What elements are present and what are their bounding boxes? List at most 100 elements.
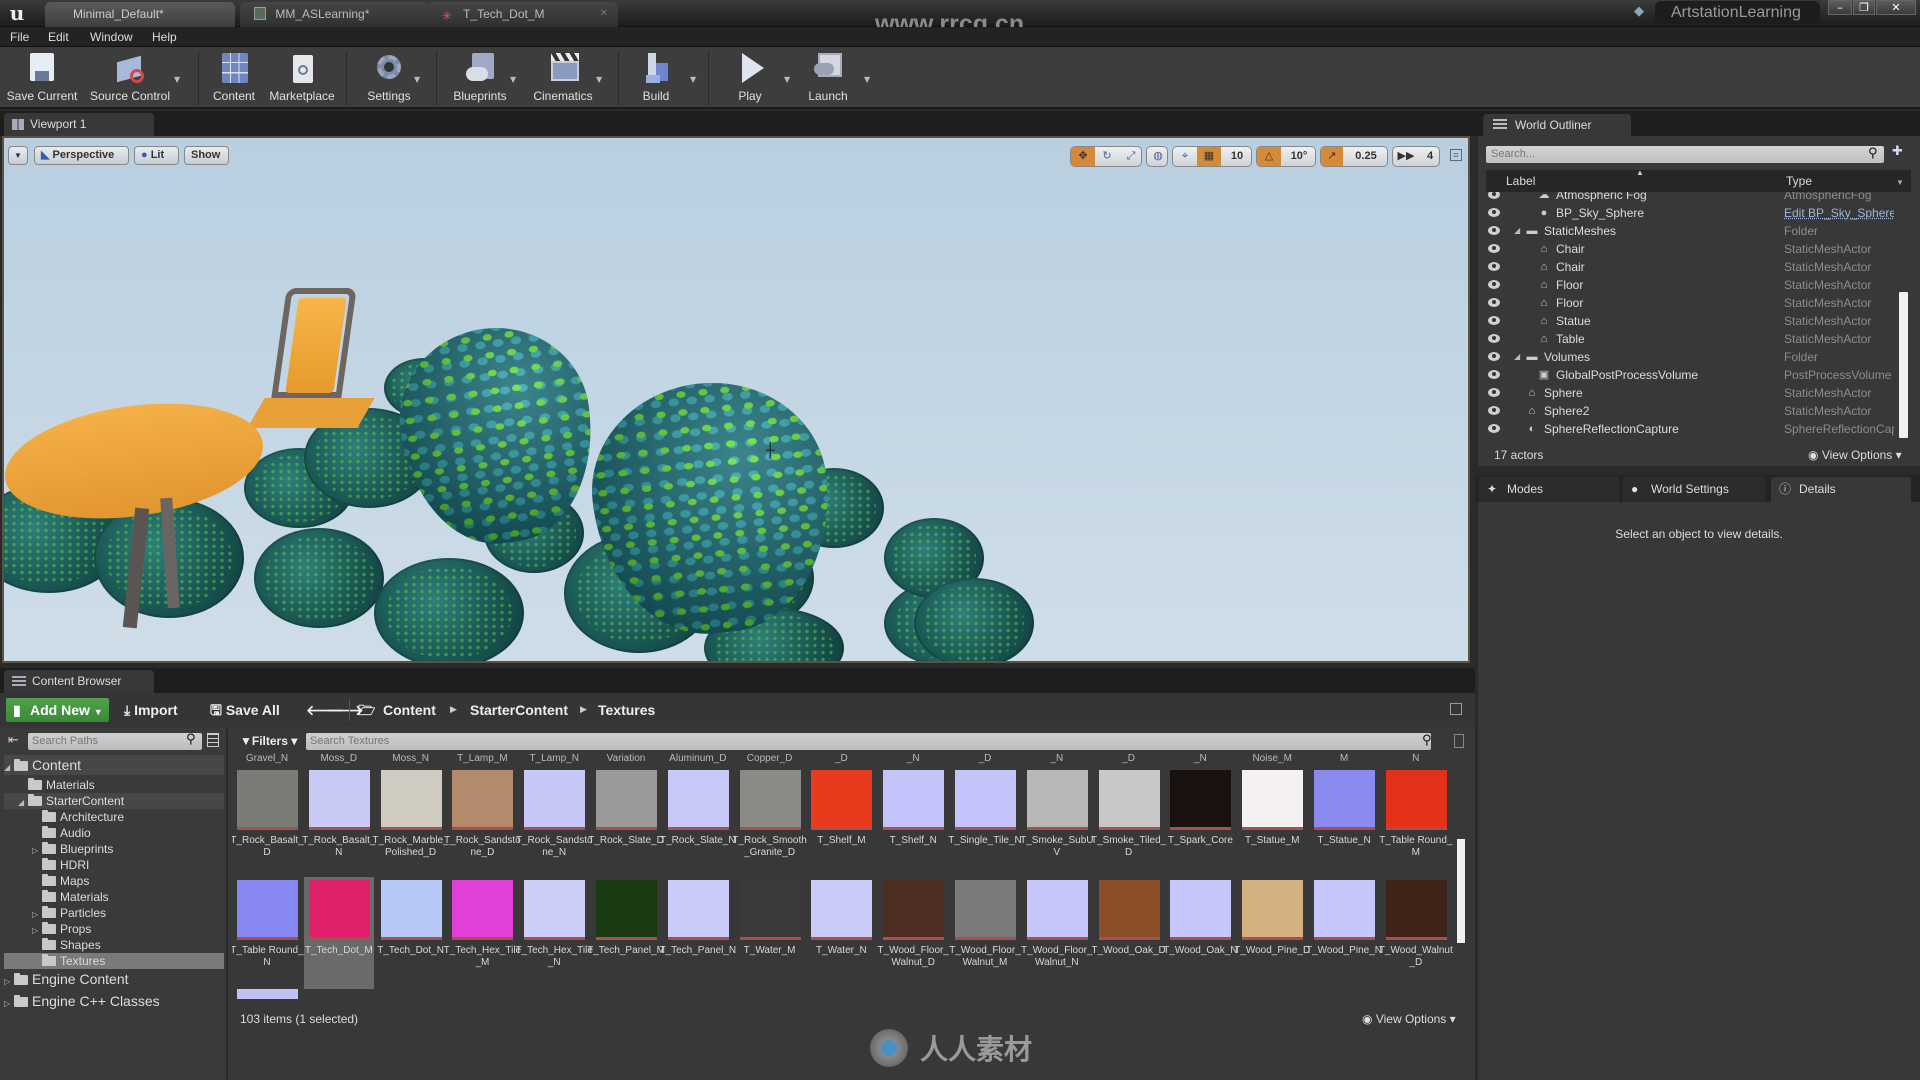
- source-control-button[interactable]: Source Control: [86, 49, 174, 107]
- asset-tile[interactable]: T_Smoke_SubUV: [1020, 767, 1093, 879]
- launch-dropdown-icon[interactable]: ▼: [864, 75, 870, 84]
- content-browser-tab[interactable]: Content Browser: [4, 670, 154, 693]
- globe-icon[interactable]: ◍: [1147, 147, 1167, 166]
- outliner-row[interactable]: ● BP_Sky_Sphere Edit BP_Sky_Sphere: [1478, 204, 1898, 222]
- asset-tile[interactable]: T_Water_M: [735, 877, 805, 989]
- visibility-eye-icon[interactable]: [1488, 370, 1500, 379]
- visibility-eye-icon[interactable]: [1488, 352, 1500, 361]
- menu-window[interactable]: Window: [90, 28, 133, 46]
- grid-snap-value[interactable]: 10: [1221, 147, 1251, 166]
- play-button[interactable]: Play: [722, 49, 778, 107]
- settings-dropdown-icon[interactable]: ▼: [414, 75, 420, 84]
- minimize-button[interactable]: –: [1828, 0, 1852, 15]
- save-all-button[interactable]: 🖫 Save All: [210, 698, 280, 722]
- visibility-eye-icon[interactable]: [1488, 280, 1500, 289]
- expand-arrow-icon[interactable]: ◢: [4, 758, 14, 778]
- folder-tree-item[interactable]: ▷ Props: [4, 921, 224, 937]
- outliner-row[interactable]: ⌂ Floor StaticMeshActor: [1478, 276, 1898, 294]
- outliner-row[interactable]: ⌂ Table StaticMeshActor: [1478, 330, 1898, 348]
- asset-tile[interactable]: T_Spark_Core: [1165, 767, 1235, 879]
- asset-tile[interactable]: T_Smoke_Tiled_D: [1091, 767, 1166, 879]
- lit-button[interactable]: ● Lit: [134, 146, 179, 165]
- outliner-row[interactable]: ☁ Atmospheric Fog AtmosphericFog: [1478, 192, 1898, 204]
- search-paths-input[interactable]: [28, 733, 202, 750]
- marketplace-button[interactable]: Marketplace: [266, 49, 338, 107]
- asset-tile[interactable]: T_Wood_Oak_N: [1163, 877, 1238, 989]
- asset-tile[interactable]: T_Wood_Oak_D: [1091, 877, 1166, 989]
- breadcrumb-arrow-icon[interactable]: ▶: [450, 698, 457, 722]
- cb-view-options-button[interactable]: ◉ View Options ▾: [1362, 1012, 1456, 1026]
- column-type-header[interactable]: Type: [1786, 170, 1812, 192]
- scale-snap-value[interactable]: 0.25: [1343, 147, 1387, 166]
- import-button[interactable]: ⤓ Import: [124, 698, 178, 722]
- asset-tile[interactable]: T_Wood_Pine_D: [1234, 877, 1310, 989]
- asset-tile[interactable]: T_Wood_Pine_N: [1306, 877, 1382, 989]
- asset-tile[interactable]: T_Tech_Hex_Tile_N: [515, 877, 593, 989]
- rotation-snap-value[interactable]: 10°: [1281, 147, 1315, 166]
- viewport-options-button[interactable]: ▼: [8, 146, 28, 165]
- asset-tile[interactable]: T_Tech_Dot_N: [376, 877, 446, 989]
- folder-tree-item[interactable]: Audio: [4, 825, 224, 841]
- level-viewport[interactable]: ▼ ◣ Perspective ● Lit Show ✥ ↻ ⤢ ◍ ⌖ ▦ 1…: [2, 136, 1470, 663]
- settings-button[interactable]: Settings: [358, 49, 420, 107]
- build-dropdown-icon[interactable]: ▼: [690, 75, 696, 84]
- asset-tile[interactable]: T_Shelf_N: [878, 767, 948, 879]
- folder-tree-item[interactable]: Materials: [4, 777, 224, 793]
- tab-details[interactable]: ⓘ Details: [1771, 477, 1911, 502]
- viewport-tab[interactable]: Viewport 1: [4, 113, 154, 136]
- asset-tile[interactable]: T_Wood_Floor_Walnut_M: [949, 877, 1021, 989]
- expand-arrow-icon[interactable]: ◢: [1514, 222, 1520, 240]
- folder-tree-item[interactable]: ▷ Engine C++ Classes: [4, 991, 224, 1011]
- filters-button[interactable]: ▼Filters ▾: [240, 733, 297, 750]
- rotate-mode-icon[interactable]: ↻: [1095, 147, 1119, 166]
- asset-tile[interactable]: T_Rock_Basalt_N: [302, 767, 375, 879]
- breadcrumb-startercontent[interactable]: StarterContent: [470, 698, 568, 722]
- folder-tree-item[interactable]: ◢ Content: [4, 755, 224, 775]
- expand-arrow-icon[interactable]: ◢: [1514, 348, 1520, 366]
- show-button[interactable]: Show: [184, 146, 229, 165]
- asset-tile[interactable]: T_Wood_Floor_Walnut_N: [1021, 877, 1093, 989]
- folder-tree-item[interactable]: Architecture: [4, 809, 224, 825]
- world-outliner-tab[interactable]: World Outliner: [1483, 114, 1631, 136]
- add-new-button[interactable]: ▮ Add New ▼: [6, 698, 109, 722]
- doc-tab-material[interactable]: MM_ASLearning*: [240, 2, 430, 27]
- asset-tile[interactable]: T_Statue_M: [1237, 767, 1307, 879]
- folder-tree-item[interactable]: ▷ Blueprints: [4, 841, 224, 857]
- build-button[interactable]: Build: [628, 49, 684, 107]
- column-label-header[interactable]: Label: [1506, 170, 1535, 192]
- menu-help[interactable]: Help: [152, 28, 177, 46]
- outliner-row[interactable]: ⌂ Statue StaticMeshActor: [1478, 312, 1898, 330]
- asset-tile[interactable]: T_Statue_N: [1309, 767, 1379, 879]
- translate-mode-icon[interactable]: ✥: [1071, 147, 1095, 166]
- play-dropdown-icon[interactable]: ▼: [784, 75, 790, 84]
- folder-tree-item[interactable]: Materials: [4, 889, 224, 905]
- outliner-row[interactable]: ◢ ▬ StaticMeshes Folder: [1478, 222, 1898, 240]
- surface-snap-icon[interactable]: ⌖: [1173, 147, 1197, 166]
- folder-tree-item[interactable]: Shapes: [4, 937, 224, 953]
- outliner-row[interactable]: ⌂ Sphere StaticMeshActor: [1478, 384, 1898, 402]
- expand-arrow-icon[interactable]: ▷: [4, 994, 14, 1014]
- close-tab-icon[interactable]: ✕: [600, 2, 608, 26]
- doc-tab-texture[interactable]: ✳ T_Tech_Dot_M ✕: [428, 2, 618, 27]
- camera-speed-icon[interactable]: ▶▶: [1393, 147, 1419, 166]
- doc-tab-level[interactable]: Minimal_Default*: [45, 2, 235, 27]
- visibility-eye-icon[interactable]: [1488, 226, 1500, 235]
- visibility-eye-icon[interactable]: [1488, 262, 1500, 271]
- asset-scrollbar[interactable]: [1457, 839, 1465, 943]
- folder-tree-item[interactable]: ◢ StarterContent: [4, 793, 224, 809]
- outliner-row[interactable]: ⌂ Floor StaticMeshActor: [1478, 294, 1898, 312]
- edit-blueprint-link[interactable]: Edit BP_Sky_Sphere: [1784, 204, 1894, 222]
- save-search-icon[interactable]: [1454, 734, 1464, 748]
- asset-tile[interactable]: T_Rock_Sandstone_N: [516, 767, 593, 879]
- save-current-button[interactable]: Save Current: [4, 49, 80, 107]
- outliner-row[interactable]: ▣ GlobalPostProcessVolume PostProcessVolum…: [1478, 366, 1898, 384]
- camera-speed-value[interactable]: 4: [1419, 147, 1439, 166]
- outliner-row[interactable]: ⌂ Chair StaticMeshActor: [1478, 258, 1898, 276]
- folder-tree-item[interactable]: ▷ Engine Content: [4, 969, 224, 989]
- restore-button[interactable]: ❐: [1853, 0, 1875, 15]
- outliner-row[interactable]: ◢ ▬ Volumes Folder: [1478, 348, 1898, 366]
- outliner-row[interactable]: ◐ SphereReflectionCapture SphereReflection…: [1478, 420, 1898, 438]
- asset-tile[interactable]: T_Tech_Dot_M: [303, 877, 374, 989]
- asset-tile[interactable]: T_Water_N: [806, 877, 876, 989]
- visibility-eye-icon[interactable]: [1488, 244, 1500, 253]
